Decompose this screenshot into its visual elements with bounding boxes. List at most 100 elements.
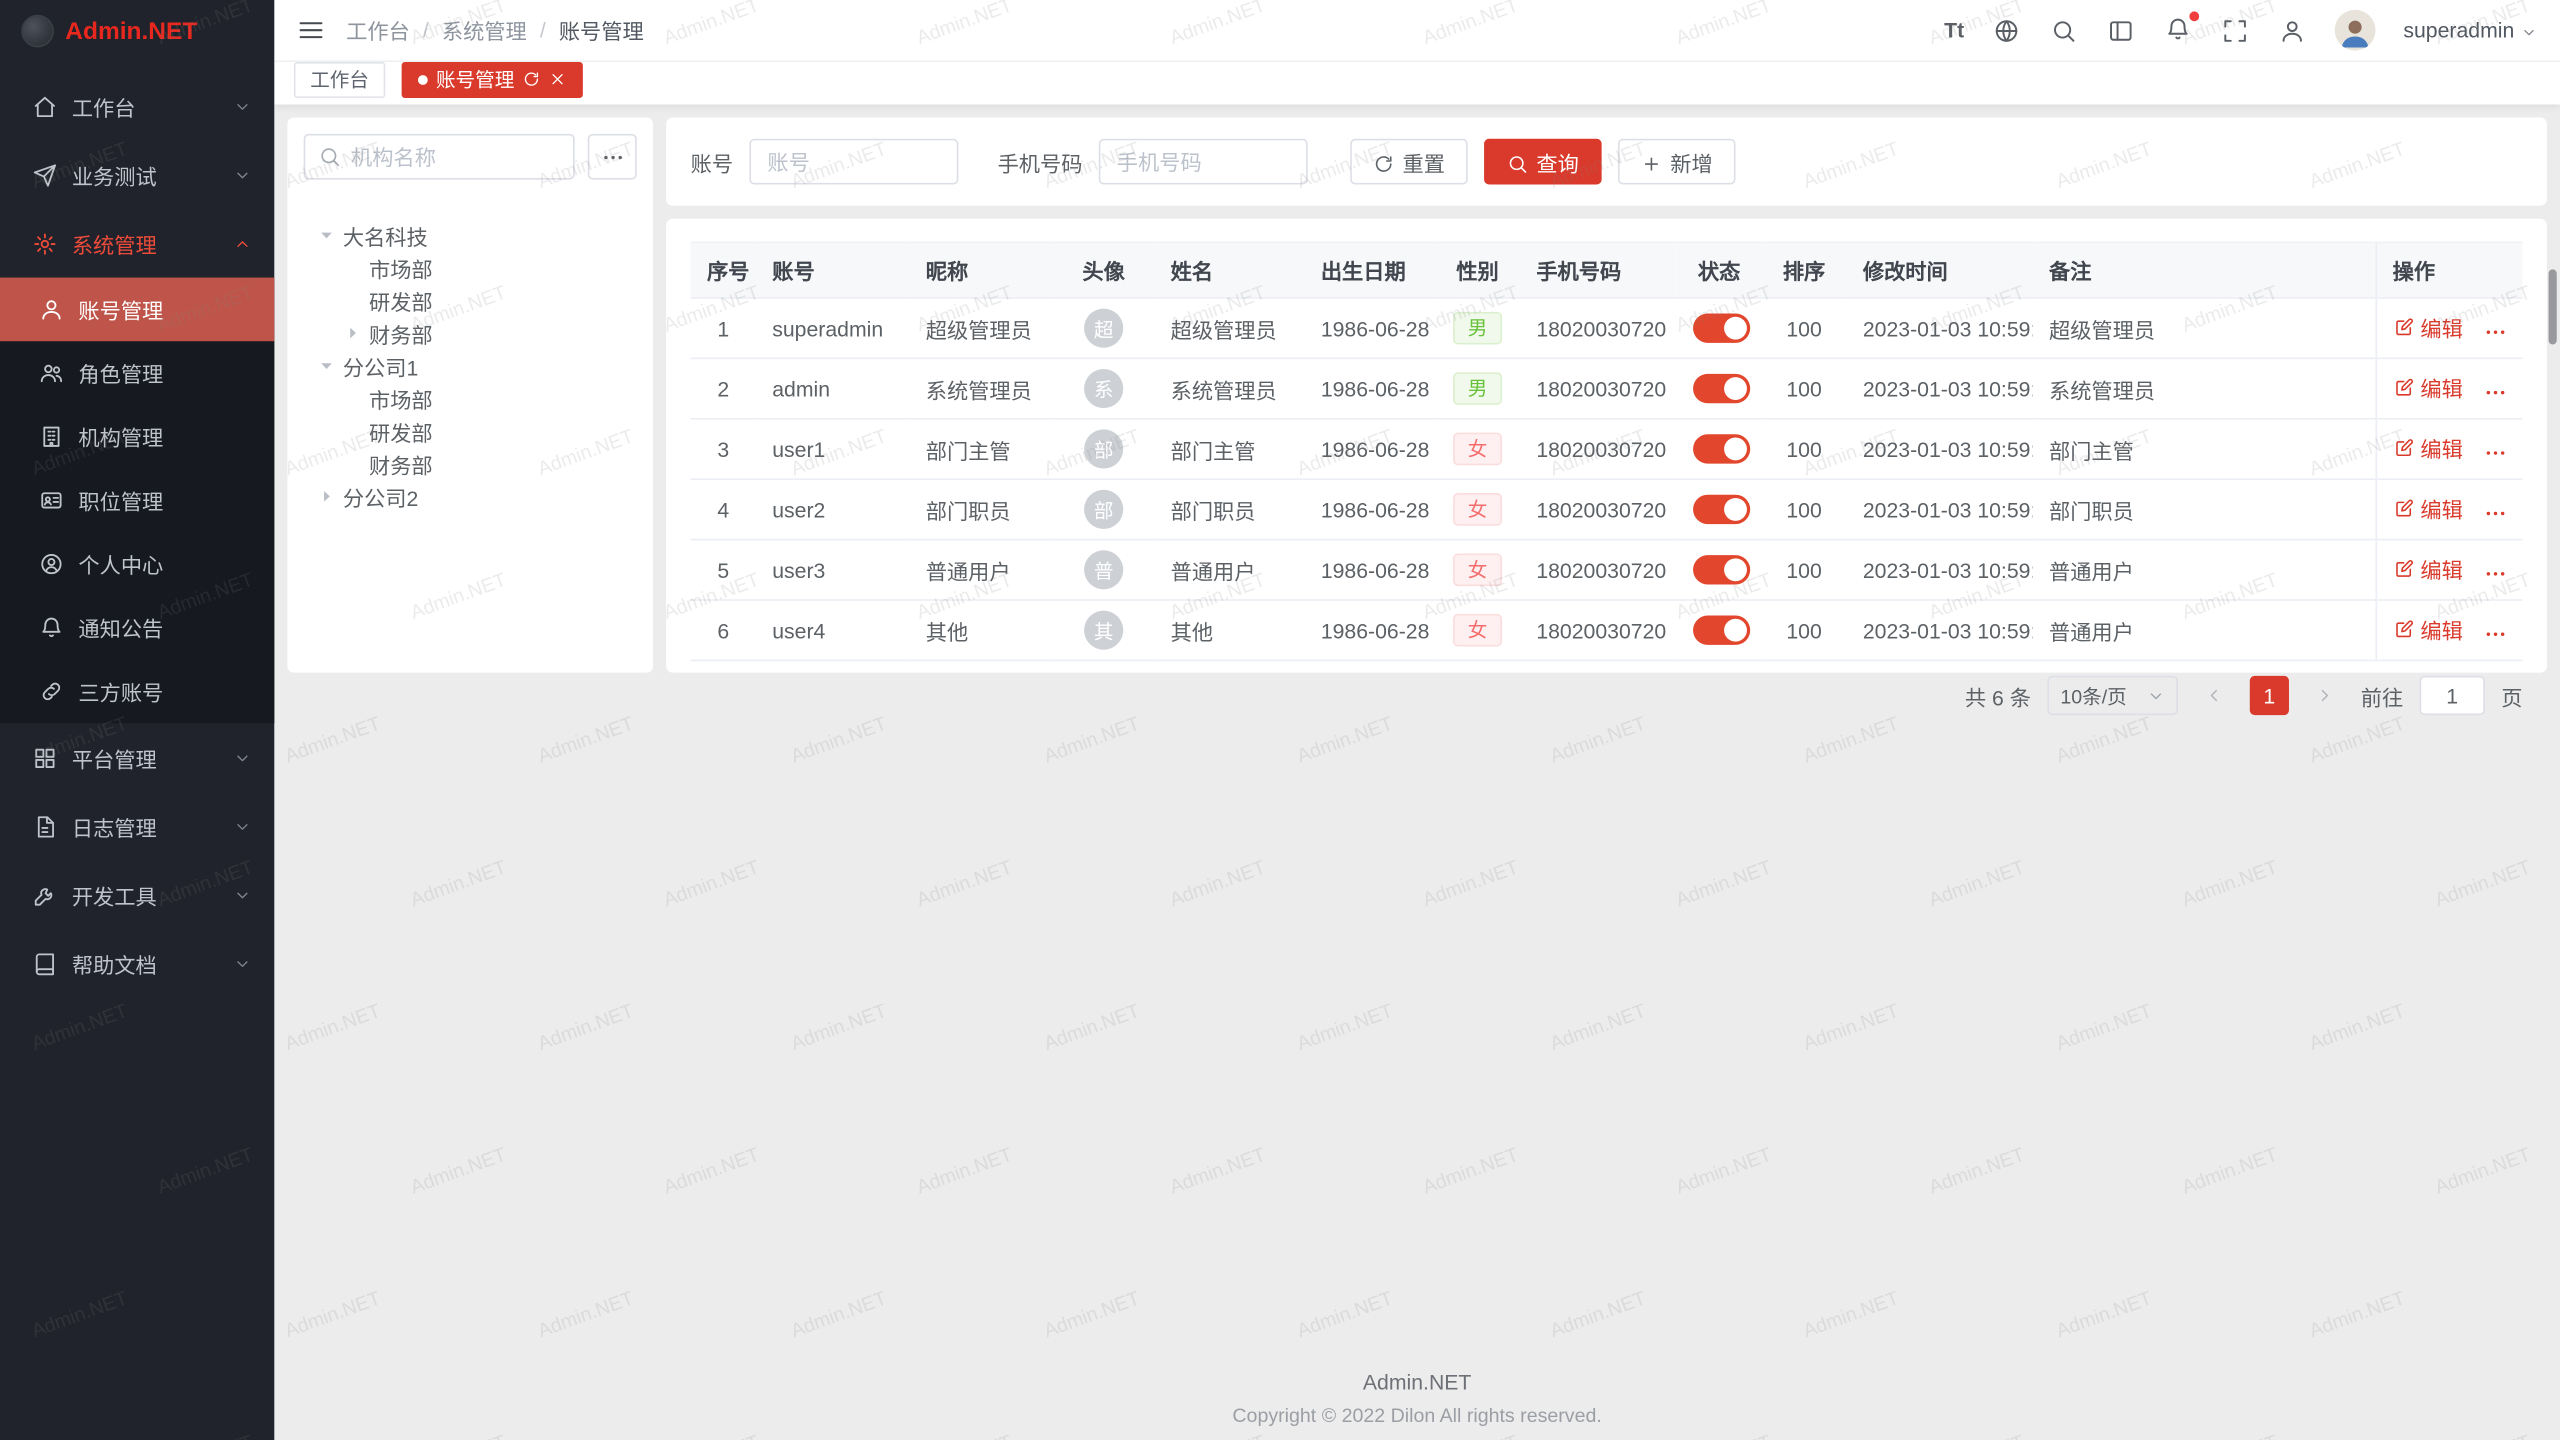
button-label: 新增: [1670, 146, 1712, 177]
table-header-row: 序号账号昵称头像姓名出生日期性别手机号码状态排序修改时间备注操作: [691, 242, 2523, 298]
status-switch[interactable]: [1693, 434, 1750, 463]
more-actions-button[interactable]: [2482, 320, 2506, 344]
edit-button[interactable]: 编辑: [2393, 493, 2463, 524]
sidebar-item-system-management[interactable]: 系统管理: [0, 209, 274, 278]
sidebar-item-account-management[interactable]: 账号管理: [0, 278, 274, 342]
account-input[interactable]: [749, 139, 958, 185]
more-actions-button[interactable]: [2482, 501, 2506, 525]
goto-page-input[interactable]: [2420, 676, 2485, 715]
sidebar-item-platform-management[interactable]: 平台管理: [0, 723, 274, 792]
submenu: 账号管理角色管理机构管理职位管理个人中心通知公告三方账号: [0, 278, 274, 724]
tree-node-label: 市场部: [369, 383, 433, 414]
tree-node[interactable]: 研发部: [304, 284, 637, 317]
status-switch[interactable]: [1693, 374, 1750, 403]
cell-status: [1677, 298, 1762, 358]
row-avatar: 普: [1084, 550, 1123, 589]
edit-button[interactable]: 编辑: [2393, 433, 2463, 464]
sidebar-item-position-management[interactable]: 职位管理: [0, 469, 274, 533]
tree-node[interactable]: 分公司1: [304, 349, 637, 382]
tree-node[interactable]: 财务部: [304, 317, 637, 350]
sidebar-item-personal-center[interactable]: 个人中心: [0, 532, 274, 596]
bell-icon: [39, 616, 63, 640]
edit-button[interactable]: 编辑: [2393, 614, 2463, 645]
tree-node[interactable]: 市场部: [304, 382, 637, 415]
edit-button[interactable]: 编辑: [2393, 312, 2463, 343]
breadcrumb-separator: /: [423, 18, 429, 42]
cell-status: [1677, 540, 1762, 600]
status-switch[interactable]: [1693, 495, 1750, 524]
breadcrumb-item[interactable]: 系统管理: [442, 15, 527, 46]
content-area: 大名科技市场部研发部财务部分公司1市场部研发部财务部分公司2 账号 手机号码 重…: [274, 104, 2560, 1440]
status-switch[interactable]: [1693, 313, 1750, 342]
menu-search-button[interactable]: [2049, 16, 2078, 45]
column-header-nickname: 昵称: [909, 242, 1053, 298]
reset-button[interactable]: 重置: [1350, 139, 1468, 185]
status-switch[interactable]: [1693, 555, 1750, 584]
more-icon: [2482, 501, 2506, 525]
tree-node[interactable]: 研发部: [304, 415, 637, 448]
cell-nickname: 系统管理员: [909, 358, 1053, 418]
user-menu[interactable]: superadmin: [2403, 18, 2537, 42]
switch-knob: [1724, 619, 1747, 642]
more-actions-button[interactable]: [2482, 380, 2506, 404]
person-circle-icon: [39, 552, 63, 576]
scrollbar-thumb[interactable]: [2549, 269, 2557, 344]
add-button[interactable]: 新增: [1618, 139, 1736, 185]
notification-button[interactable]: [2163, 16, 2192, 45]
sidebar-item-notice-announcement[interactable]: 通知公告: [0, 596, 274, 660]
edit-button[interactable]: 编辑: [2393, 553, 2463, 584]
edit-label: 编辑: [2420, 553, 2462, 584]
layout-config-button[interactable]: [2106, 16, 2135, 45]
notification-badge: [2189, 11, 2199, 21]
sidebar-item-business-test[interactable]: 业务测试: [0, 140, 274, 209]
org-name-input[interactable]: [351, 144, 560, 168]
sidebar-item-dev-tools[interactable]: 开发工具: [0, 860, 274, 929]
sidebar-item-third-party-account[interactable]: 三方账号: [0, 660, 274, 724]
tab-workbench[interactable]: 工作台: [294, 61, 385, 97]
tree-node[interactable]: 市场部: [304, 251, 637, 284]
page-1-button[interactable]: 1: [2250, 676, 2289, 715]
next-page-button[interactable]: [2305, 676, 2344, 715]
cell-avatar: 普: [1053, 540, 1154, 600]
tree-caret[interactable]: [313, 483, 339, 509]
tab-refresh-button[interactable]: [523, 70, 541, 88]
more-actions-button[interactable]: [2482, 622, 2506, 646]
tree-caret[interactable]: [313, 353, 339, 379]
tree-caret[interactable]: [340, 320, 366, 346]
tab-close-button[interactable]: [549, 70, 567, 88]
logo[interactable]: Admin.NET: [0, 0, 274, 62]
building-icon: [39, 424, 63, 448]
org-more-button[interactable]: [588, 134, 637, 180]
caret-down-icon: [317, 225, 337, 245]
sidebar-item-org-management[interactable]: 机构管理: [0, 405, 274, 469]
collapse-menu-button[interactable]: [294, 14, 327, 47]
button-label: 重置: [1403, 146, 1445, 177]
tree-node[interactable]: 财务部: [304, 447, 637, 480]
tab-account-management[interactable]: 账号管理: [402, 61, 583, 97]
cell-status: [1677, 358, 1762, 418]
phone-input[interactable]: [1099, 139, 1308, 185]
sidebar-item-role-management[interactable]: 角色管理: [0, 341, 274, 405]
query-button[interactable]: 查询: [1484, 139, 1602, 185]
page-size-select[interactable]: 10条/页: [2047, 676, 2178, 715]
cell-account: user4: [756, 600, 909, 660]
status-switch[interactable]: [1693, 616, 1750, 645]
fullscreen-button[interactable]: [2221, 16, 2250, 45]
language-button[interactable]: [1992, 16, 2021, 45]
tree-caret[interactable]: [313, 222, 339, 248]
sidebar-item-workbench[interactable]: 工作台: [0, 72, 274, 141]
tree-node[interactable]: 分公司2: [304, 480, 637, 513]
edit-button[interactable]: 编辑: [2393, 372, 2463, 403]
more-actions-button[interactable]: [2482, 441, 2506, 465]
profile-button[interactable]: [2278, 16, 2307, 45]
sidebar-item-log-management[interactable]: 日志管理: [0, 792, 274, 861]
sidebar-item-help-docs[interactable]: 帮助文档: [0, 929, 274, 998]
cell-actions: 编辑: [2376, 358, 2523, 418]
tree-node[interactable]: 大名科技: [304, 219, 637, 252]
prev-page-button[interactable]: [2194, 676, 2233, 715]
font-size-button[interactable]: Tt: [1944, 18, 1964, 42]
cell-name: 部门职员: [1154, 479, 1304, 539]
more-actions-button[interactable]: [2482, 562, 2506, 586]
breadcrumb-item[interactable]: 工作台: [346, 15, 410, 46]
user-avatar[interactable]: [2335, 10, 2376, 51]
